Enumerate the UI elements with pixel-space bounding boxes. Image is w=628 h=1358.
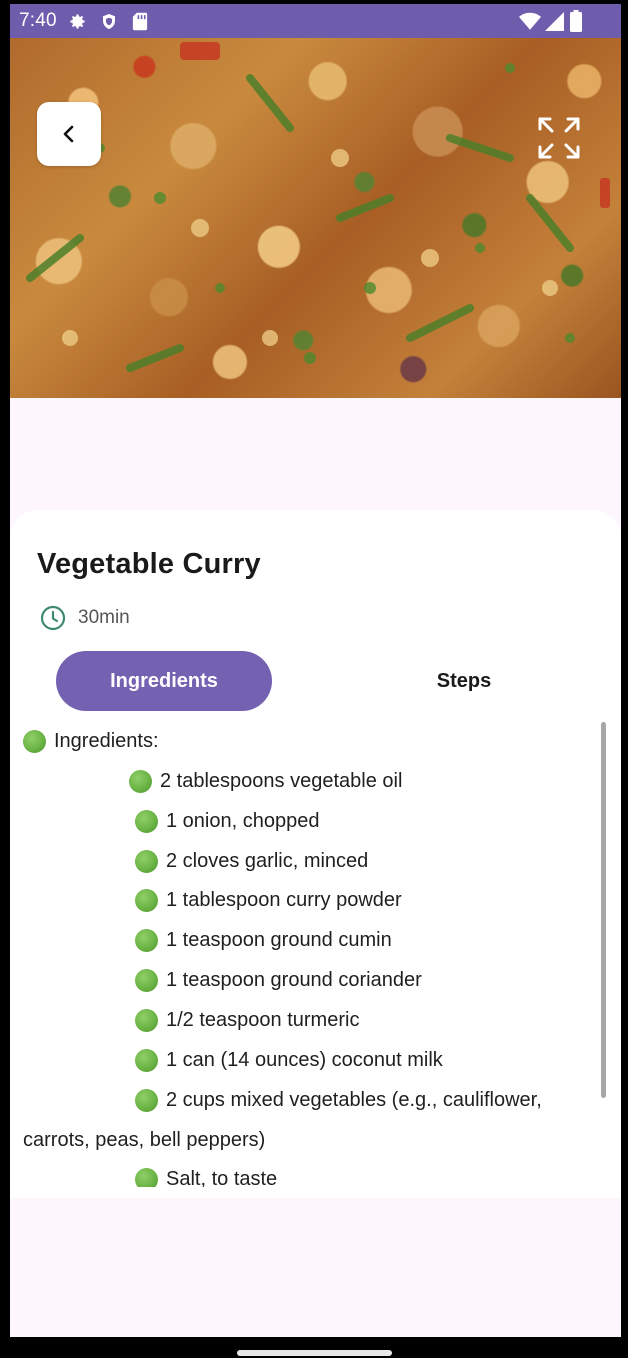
list-item: 1 tablespoon curry powder xyxy=(135,885,402,915)
ingredients-heading: Ingredients: xyxy=(23,726,159,756)
ingredients-scrollbar[interactable] xyxy=(601,722,606,1098)
list-item: 2 tablespoons vegetable oil xyxy=(129,766,402,796)
shield-icon xyxy=(100,12,118,36)
recipe-photo xyxy=(10,38,621,398)
tab-ingredients[interactable]: Ingredients xyxy=(56,651,272,711)
status-bar: 7:40 xyxy=(10,4,621,38)
home-indicator[interactable] xyxy=(237,1350,392,1356)
chevron-left-icon xyxy=(63,125,74,143)
green-circle-icon xyxy=(135,968,158,992)
green-circle-icon xyxy=(135,928,158,952)
recipe-title: Vegetable Curry xyxy=(37,548,261,580)
status-time: 7:40 xyxy=(19,10,57,31)
green-circle-icon xyxy=(135,1167,158,1187)
battery-icon xyxy=(570,10,582,37)
list-item-continued: carrots, peas, bell peppers) xyxy=(23,1128,266,1151)
ingredients-list[interactable]: Ingredients: 2 tablespoons vegetable oil… xyxy=(10,720,621,1187)
list-item: 1/2 teaspoon turmeric xyxy=(135,1005,359,1035)
tab-steps-label: Steps xyxy=(436,669,492,692)
cook-time-value: 30min xyxy=(78,607,130,628)
list-item: 1 can (14 ounces) coconut milk xyxy=(135,1045,443,1075)
list-item: 1 teaspoon ground coriander xyxy=(135,965,422,995)
tab-ingredients-label: Ingredients xyxy=(110,669,218,692)
gear-icon xyxy=(68,12,87,36)
signal-icon xyxy=(545,12,564,36)
list-item: 2 cloves garlic, minced xyxy=(135,846,368,876)
list-item: Salt, to taste xyxy=(135,1164,277,1187)
tab-steps[interactable]: Steps xyxy=(356,651,572,711)
list-item: 1 onion, chopped xyxy=(135,806,319,836)
expand-icon xyxy=(538,117,580,159)
fullscreen-button[interactable] xyxy=(531,110,587,166)
recipe-details-card: Vegetable Curry 30min Ingredients Steps … xyxy=(10,510,621,1198)
green-circle-icon xyxy=(135,1088,158,1112)
green-circle-icon xyxy=(23,729,46,753)
green-circle-icon xyxy=(135,1048,158,1072)
green-circle-icon xyxy=(135,1008,158,1032)
cook-time: 30min xyxy=(40,604,130,632)
green-circle-icon xyxy=(129,769,152,793)
clock-icon xyxy=(40,605,66,631)
sd-card-icon xyxy=(132,12,148,36)
green-circle-icon xyxy=(135,809,158,833)
wifi-icon xyxy=(519,12,541,36)
list-item: 2 cups mixed vegetables (e.g., cauliflow… xyxy=(135,1085,542,1115)
list-item: 1 teaspoon ground cumin xyxy=(135,925,392,955)
curry-photo-texture xyxy=(26,42,610,372)
app-screen: 7:40 Vegetable Curry 30min Ingredients S… xyxy=(10,4,621,1337)
green-circle-icon xyxy=(135,849,158,873)
back-button[interactable] xyxy=(37,102,101,166)
green-circle-icon xyxy=(135,888,158,912)
